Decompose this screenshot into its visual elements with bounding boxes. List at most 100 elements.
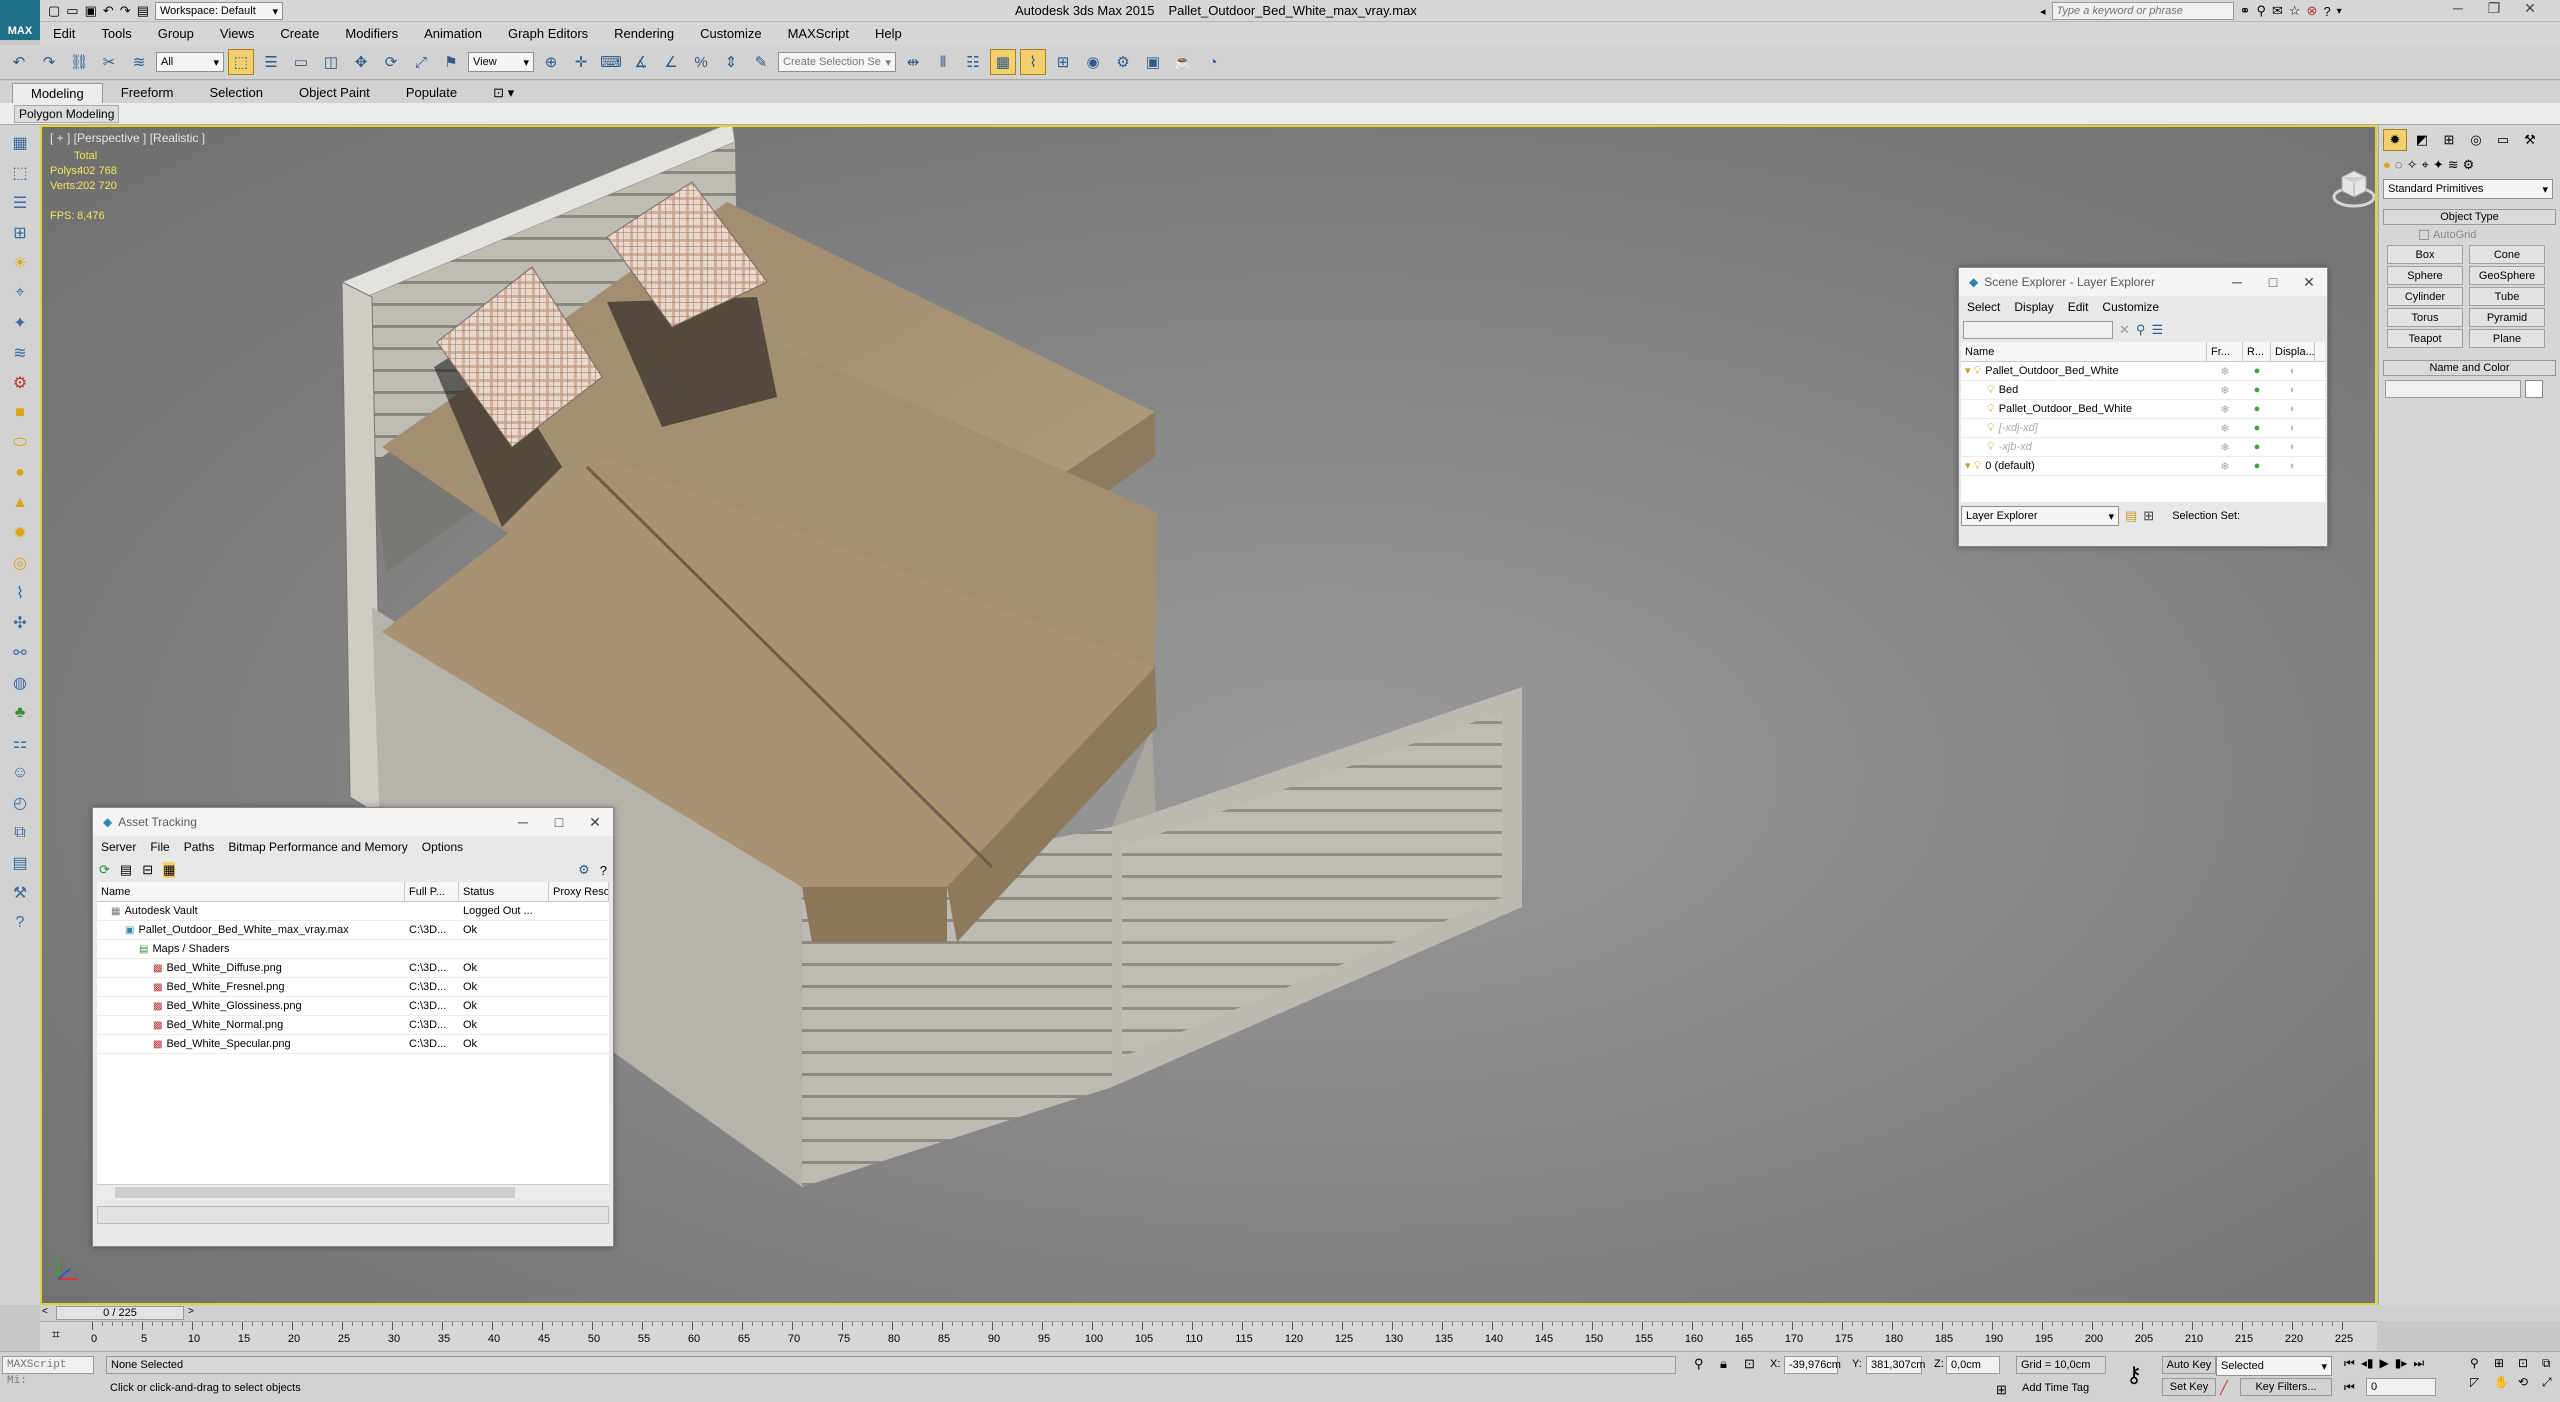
column-display[interactable]: Displa... bbox=[2271, 342, 2315, 361]
visibility-bulb-icon[interactable]: 💡︎ bbox=[1987, 422, 1995, 435]
object-color-swatch[interactable] bbox=[2525, 380, 2543, 398]
utility-icon[interactable]: ⚒ bbox=[6, 881, 34, 905]
rotate-icon[interactable]: ⟳ bbox=[378, 49, 404, 75]
box-icon[interactable]: ■ bbox=[6, 401, 34, 425]
redo-icon[interactable]: ↷ bbox=[120, 3, 131, 19]
restore-icon[interactable]: ❐ bbox=[2476, 0, 2512, 17]
tree-view-icon[interactable]: ⊟ bbox=[142, 862, 153, 878]
geometry-icon[interactable]: ● bbox=[2383, 157, 2391, 173]
selection-filter-select[interactable]: All ▾ bbox=[156, 52, 224, 72]
named-selection-set-select[interactable]: Create Selection Se ▾ bbox=[778, 52, 896, 72]
layer-manager-icon[interactable]: ☷ bbox=[960, 49, 986, 75]
perspective-viewport[interactable]: [ + ] [Perspective ] [Realistic ] Total … bbox=[40, 125, 2377, 1305]
scene-explorer-row[interactable]: 💡︎ Bed ❄ ● ◐ bbox=[1961, 381, 2325, 400]
absolute-mode-icon[interactable]: ⊡ bbox=[1744, 1356, 1755, 1372]
scene-explorer-row[interactable]: ▾ 💡︎ Pallet_Outdoor_Bed_White ❄ ● ◐ bbox=[1961, 362, 2325, 381]
scale-icon[interactable]: ⤢ bbox=[408, 49, 434, 75]
time-slider-next-icon[interactable]: > bbox=[188, 1306, 194, 1317]
help-icon[interactable]: ? bbox=[2323, 4, 2330, 19]
select-object-icon[interactable]: ⬚ bbox=[228, 49, 254, 75]
rectangular-selection-icon[interactable]: ▭ bbox=[288, 49, 314, 75]
hierarchy-icon[interactable]: ⊞ bbox=[6, 221, 34, 245]
asset-row[interactable]: ▩ Bed_White_Specular.png C:\3D... Ok bbox=[97, 1035, 609, 1054]
helpers-icon[interactable]: ✦ bbox=[2433, 157, 2444, 173]
bind-space-warp-icon[interactable]: ≋ bbox=[126, 49, 152, 75]
schematic-view-icon[interactable]: ⊞ bbox=[1050, 49, 1076, 75]
column-status[interactable]: Status bbox=[459, 882, 549, 901]
maxscript-listener[interactable]: MAXScript Mi: bbox=[2, 1356, 94, 1387]
open-file-icon[interactable]: ▭ bbox=[66, 3, 78, 19]
z-coordinate-field[interactable]: 0,0cm bbox=[1946, 1356, 2000, 1374]
scene-explorer-menu-edit[interactable]: Edit bbox=[2068, 300, 2089, 314]
asset-tracking-menu-server[interactable]: Server bbox=[101, 840, 136, 854]
spring-icon[interactable]: ⌇ bbox=[6, 581, 34, 605]
add-time-tag[interactable]: Add Time Tag bbox=[2022, 1382, 2089, 1394]
key-mode-toggle-icon[interactable]: ⏮ bbox=[2344, 1380, 2355, 1395]
keyboard-shortcut-override-icon[interactable]: ⌨ bbox=[598, 49, 624, 75]
cameras-icon[interactable]: ⌖ bbox=[2422, 157, 2429, 173]
zoom-icon[interactable]: ⚲ bbox=[2470, 1356, 2490, 1371]
freeze-icon[interactable]: ❄ bbox=[2207, 384, 2243, 397]
align-icon[interactable]: ⫴ bbox=[930, 49, 956, 75]
menu-tools[interactable]: Tools bbox=[88, 22, 144, 45]
info-icon[interactable]: ? bbox=[6, 911, 34, 935]
rendered-frame-window-icon[interactable]: ▣ bbox=[1140, 49, 1166, 75]
set-key-icon[interactable]: ⚷ bbox=[2126, 1362, 2142, 1388]
close-icon[interactable]: ✕ bbox=[2291, 274, 2327, 291]
camera-icon[interactable]: ⌖ bbox=[6, 281, 34, 305]
minimize-icon[interactable]: ─ bbox=[2440, 0, 2476, 17]
field-of-view-icon[interactable]: ◸ bbox=[2470, 1375, 2490, 1390]
modify-tab-icon[interactable]: ◩ bbox=[2410, 129, 2434, 151]
visibility-bulb-icon[interactable]: 💡︎ bbox=[1987, 384, 1995, 397]
asset-row[interactable]: ▤ Maps / Shaders bbox=[97, 940, 609, 959]
undo-icon[interactable]: ↶ bbox=[103, 3, 114, 19]
track-bar[interactable]: 0 5 10 15 20 25 30 35 40 45 50 55 60 65 70 75 80 85 90 95 10… bbox=[40, 1321, 2377, 1351]
display-icon[interactable]: ◐ bbox=[2271, 441, 2315, 453]
reference-coordinate-select[interactable]: View ▾ bbox=[468, 52, 534, 72]
modify-stack-icon[interactable]: ☰ bbox=[6, 191, 34, 215]
display-icon[interactable]: ◐ bbox=[2271, 365, 2315, 377]
lights-icon[interactable]: ✧ bbox=[2407, 157, 2418, 173]
ribbon-tab-populate[interactable]: Populate bbox=[388, 83, 475, 103]
new-file-icon[interactable]: ▢ bbox=[48, 3, 60, 19]
scene-explorer-row[interactable]: ▾ 💡︎ 0 (default) ❄ ● ◐ bbox=[1961, 457, 2325, 476]
object-name-input[interactable] bbox=[2385, 380, 2521, 398]
asset-tracking-menu-bitmap-performance-and-memory[interactable]: Bitmap Performance and Memory bbox=[228, 840, 407, 854]
cone-icon[interactable]: ▲ bbox=[6, 491, 34, 515]
space-warp-icon[interactable]: ≋ bbox=[6, 341, 34, 365]
minimize-icon[interactable]: ─ bbox=[2219, 274, 2255, 290]
column-full-path[interactable]: Full P... bbox=[405, 882, 459, 901]
minimize-icon[interactable]: ─ bbox=[505, 814, 541, 830]
shapes-icon[interactable]: ◌ bbox=[2395, 157, 2403, 173]
freeze-icon[interactable]: ❄ bbox=[2207, 441, 2243, 454]
render-setup-icon[interactable]: ⚙ bbox=[1110, 49, 1136, 75]
ribbon-tab-selection[interactable]: Selection bbox=[192, 83, 281, 103]
subscription-icon[interactable]: ⚲ bbox=[2256, 3, 2266, 19]
auto-key-button[interactable]: Auto Key bbox=[2162, 1356, 2216, 1374]
snaps-toggle-icon[interactable]: ∡ bbox=[628, 49, 654, 75]
column-proxy-resolution[interactable]: Proxy Reso bbox=[549, 882, 609, 901]
scrollbar-thumb[interactable] bbox=[115, 1187, 515, 1198]
next-frame-icon[interactable]: ▮▸ bbox=[2395, 1356, 2408, 1371]
primitive-geosphere-button[interactable]: GeoSphere bbox=[2469, 266, 2545, 285]
display-icon[interactable]: ◐ bbox=[2271, 422, 2315, 434]
refresh-icon[interactable]: ⟳ bbox=[99, 862, 110, 878]
maximize-viewport-icon[interactable]: ⤢ bbox=[2542, 1375, 2560, 1390]
primitive-cone-button[interactable]: Cone bbox=[2469, 245, 2545, 264]
exchange-icon[interactable]: ⊗ bbox=[2307, 3, 2318, 19]
search-expand-icon[interactable]: ◂ bbox=[2040, 5, 2046, 18]
undo-icon[interactable]: ↶ bbox=[6, 49, 32, 75]
menu-views[interactable]: Views bbox=[207, 22, 267, 45]
primitive-tube-button[interactable]: Tube bbox=[2469, 287, 2545, 306]
renderable-icon[interactable]: ● bbox=[2243, 384, 2271, 396]
percent-snap-icon[interactable]: % bbox=[688, 49, 714, 75]
ribbon-tab-freeform[interactable]: Freeform bbox=[103, 83, 192, 103]
render-iterative-icon[interactable]: ◔ bbox=[1200, 49, 1226, 75]
ribbon-options-icon[interactable]: ⊡ ▾ bbox=[475, 83, 532, 103]
renderable-icon[interactable]: ● bbox=[2243, 403, 2271, 415]
space-warps-icon[interactable]: ≋ bbox=[2448, 157, 2459, 173]
asset-tracking-menu-file[interactable]: File bbox=[150, 840, 169, 854]
menu-create[interactable]: Create bbox=[267, 22, 332, 45]
binoculars-icon[interactable]: ⚭ bbox=[2240, 3, 2251, 19]
asset-row[interactable]: ▦ Autodesk Vault Logged Out ... bbox=[97, 902, 609, 921]
